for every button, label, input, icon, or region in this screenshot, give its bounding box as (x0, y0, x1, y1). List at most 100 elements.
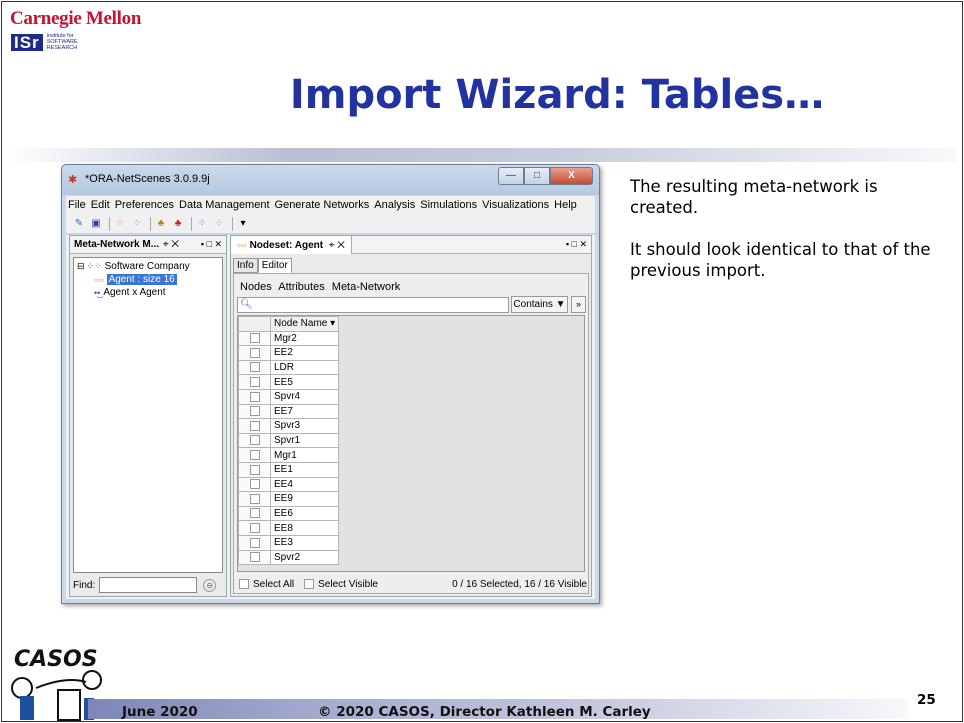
nodeset-icon[interactable]: ⁘ (113, 217, 127, 231)
row-checkbox[interactable] (250, 406, 260, 417)
find-input[interactable] (99, 577, 198, 593)
table-row[interactable]: Mgr1 (238, 447, 340, 463)
table-row[interactable]: EE8 (238, 520, 340, 536)
table-row[interactable]: EE4 (238, 476, 340, 493)
row-checkbox[interactable] (250, 347, 260, 358)
tab-nodeset-agent[interactable]: ▫▫▫ Nodeset: Agent ⌖ ✕ (231, 235, 352, 254)
row-checkbox-cell[interactable] (238, 534, 271, 551)
node-name-cell[interactable]: EE5 (269, 374, 340, 390)
pin-close-icon[interactable]: ⌖ ✕ (163, 239, 179, 250)
node-name-column-header[interactable]: Node Name ▾ (269, 316, 340, 332)
row-checkbox[interactable] (250, 333, 260, 344)
tree-network-row[interactable]: •͜• Agent x Agent (94, 287, 166, 298)
node-name-cell[interactable]: Spvr4 (269, 388, 340, 405)
contains-dropdown[interactable]: Contains ▼ (511, 296, 568, 313)
row-checkbox[interactable] (250, 435, 260, 446)
menu-preferences[interactable]: Preferences (115, 199, 174, 211)
select-visible-checkbox[interactable] (304, 579, 315, 589)
menu-generate-networks[interactable]: Generate Networks (275, 199, 370, 211)
row-checkbox-cell[interactable] (238, 476, 271, 493)
pin-close-icon[interactable]: ⌖ ✕ (329, 240, 345, 251)
row-checkbox-cell[interactable] (238, 374, 271, 390)
node-name-cell[interactable]: LDR (269, 359, 340, 376)
table-row[interactable]: EE7 (238, 403, 340, 420)
find-clear-icon[interactable]: ⊖ (203, 578, 217, 592)
row-checkbox[interactable] (250, 391, 260, 402)
panel-controls-icon[interactable]: ▪ □ ✕ (566, 239, 587, 250)
panel-controls-icon[interactable]: ▪ □ ✕ (201, 239, 222, 250)
menu-visualizations[interactable]: Visualizations (482, 199, 549, 211)
maximize-button[interactable]: □ (524, 167, 550, 185)
row-checkbox-cell[interactable] (238, 520, 271, 536)
table-row[interactable]: EE1 (238, 461, 340, 478)
row-checkbox[interactable] (250, 362, 260, 373)
row-checkbox-cell[interactable] (238, 549, 271, 566)
menu-file[interactable]: File (68, 199, 86, 211)
table-row[interactable]: Spvr4 (238, 388, 340, 405)
expand-icon[interactable]: ⊟ (77, 261, 85, 272)
row-checkbox-cell[interactable] (238, 403, 271, 420)
save-icon[interactable]: ▣ (89, 217, 103, 231)
node-name-cell[interactable]: Spvr1 (269, 432, 340, 449)
row-checkbox[interactable] (250, 479, 260, 490)
nodeset-gray-icon[interactable]: ⁘ (130, 217, 144, 231)
menu-analysis[interactable]: Analysis (374, 199, 415, 211)
table-row[interactable]: EE5 (238, 374, 340, 390)
dropdown-arrow-icon[interactable]: ▾ (236, 217, 250, 231)
close-button[interactable]: X (550, 167, 593, 185)
row-checkbox[interactable] (250, 464, 260, 475)
row-checkbox[interactable] (250, 508, 260, 519)
table-row[interactable]: Mgr2 (238, 330, 340, 347)
row-checkbox-cell[interactable] (238, 345, 271, 361)
table-row[interactable]: LDR (238, 359, 340, 376)
row-checkbox[interactable] (250, 537, 260, 548)
more-options-button[interactable]: » (571, 296, 586, 313)
node-name-cell[interactable]: EE9 (269, 491, 340, 507)
editor-menu-attributes[interactable]: Attributes (278, 281, 324, 293)
node-name-cell[interactable]: Spvr2 (269, 549, 340, 566)
row-checkbox-cell[interactable] (238, 432, 271, 449)
agent-icon[interactable]: ♣ (154, 217, 168, 231)
table-row[interactable]: EE3 (238, 534, 340, 551)
row-checkbox-cell[interactable] (238, 491, 271, 507)
node-search-input[interactable]: 🔍︎ (237, 297, 509, 313)
meta-network-manager-tab[interactable]: Meta-Network M... ⌖ ✕ ▪ □ ✕ (70, 236, 226, 254)
network-icon[interactable]: ⁘ (195, 217, 209, 231)
row-checkbox-cell[interactable] (238, 505, 271, 522)
network-gray-icon[interactable]: ⁘ (212, 217, 226, 231)
editor-menu-meta-network[interactable]: Meta-Network (332, 281, 400, 293)
row-checkbox-cell[interactable] (238, 461, 271, 478)
node-name-cell[interactable]: Mgr2 (269, 330, 340, 347)
row-checkbox[interactable] (250, 493, 260, 504)
tree-root-row[interactable]: ⊟ ⁘⁘ Software Company (77, 261, 190, 272)
node-name-cell[interactable]: Spvr3 (269, 418, 340, 434)
select-all-checkbox[interactable] (239, 579, 249, 589)
row-checkbox-cell[interactable] (238, 388, 271, 405)
row-checkbox[interactable] (250, 522, 260, 533)
editor-menu-nodes[interactable]: Nodes (240, 281, 272, 293)
node-name-cell[interactable]: EE1 (269, 461, 340, 478)
table-row[interactable]: EE9 (238, 491, 340, 507)
agent-red-icon[interactable]: ♣ (171, 217, 185, 231)
window-titlebar[interactable]: ✱ *ORA-NetScenes 3.0.9.9j — □ X (62, 165, 599, 195)
table-row[interactable]: EE6 (238, 505, 340, 522)
node-name-cell[interactable]: EE6 (269, 505, 340, 522)
node-name-cell[interactable]: EE8 (269, 520, 340, 536)
node-name-cell[interactable]: Mgr1 (269, 447, 340, 463)
row-checkbox-cell[interactable] (238, 447, 271, 463)
table-row[interactable]: Spvr3 (238, 418, 340, 434)
menu-simulations[interactable]: Simulations (420, 199, 477, 211)
row-checkbox-cell[interactable] (238, 330, 271, 347)
table-row[interactable]: Spvr2 (238, 549, 340, 566)
node-name-cell[interactable]: EE3 (269, 534, 340, 551)
menu-data-management[interactable]: Data Management (179, 199, 270, 211)
wand-icon[interactable]: ✎ (72, 217, 86, 231)
subtab-editor[interactable]: Editor (257, 258, 292, 273)
row-checkbox[interactable] (250, 552, 260, 563)
node-name-cell[interactable]: EE2 (269, 345, 340, 361)
menu-help[interactable]: Help (554, 199, 577, 211)
row-checkbox[interactable] (250, 420, 260, 431)
minimize-button[interactable]: — (498, 167, 524, 185)
row-checkbox-cell[interactable] (238, 418, 271, 434)
tree-nodeset-row[interactable]: ▫▫▫ Agent : size 16 (94, 274, 177, 285)
